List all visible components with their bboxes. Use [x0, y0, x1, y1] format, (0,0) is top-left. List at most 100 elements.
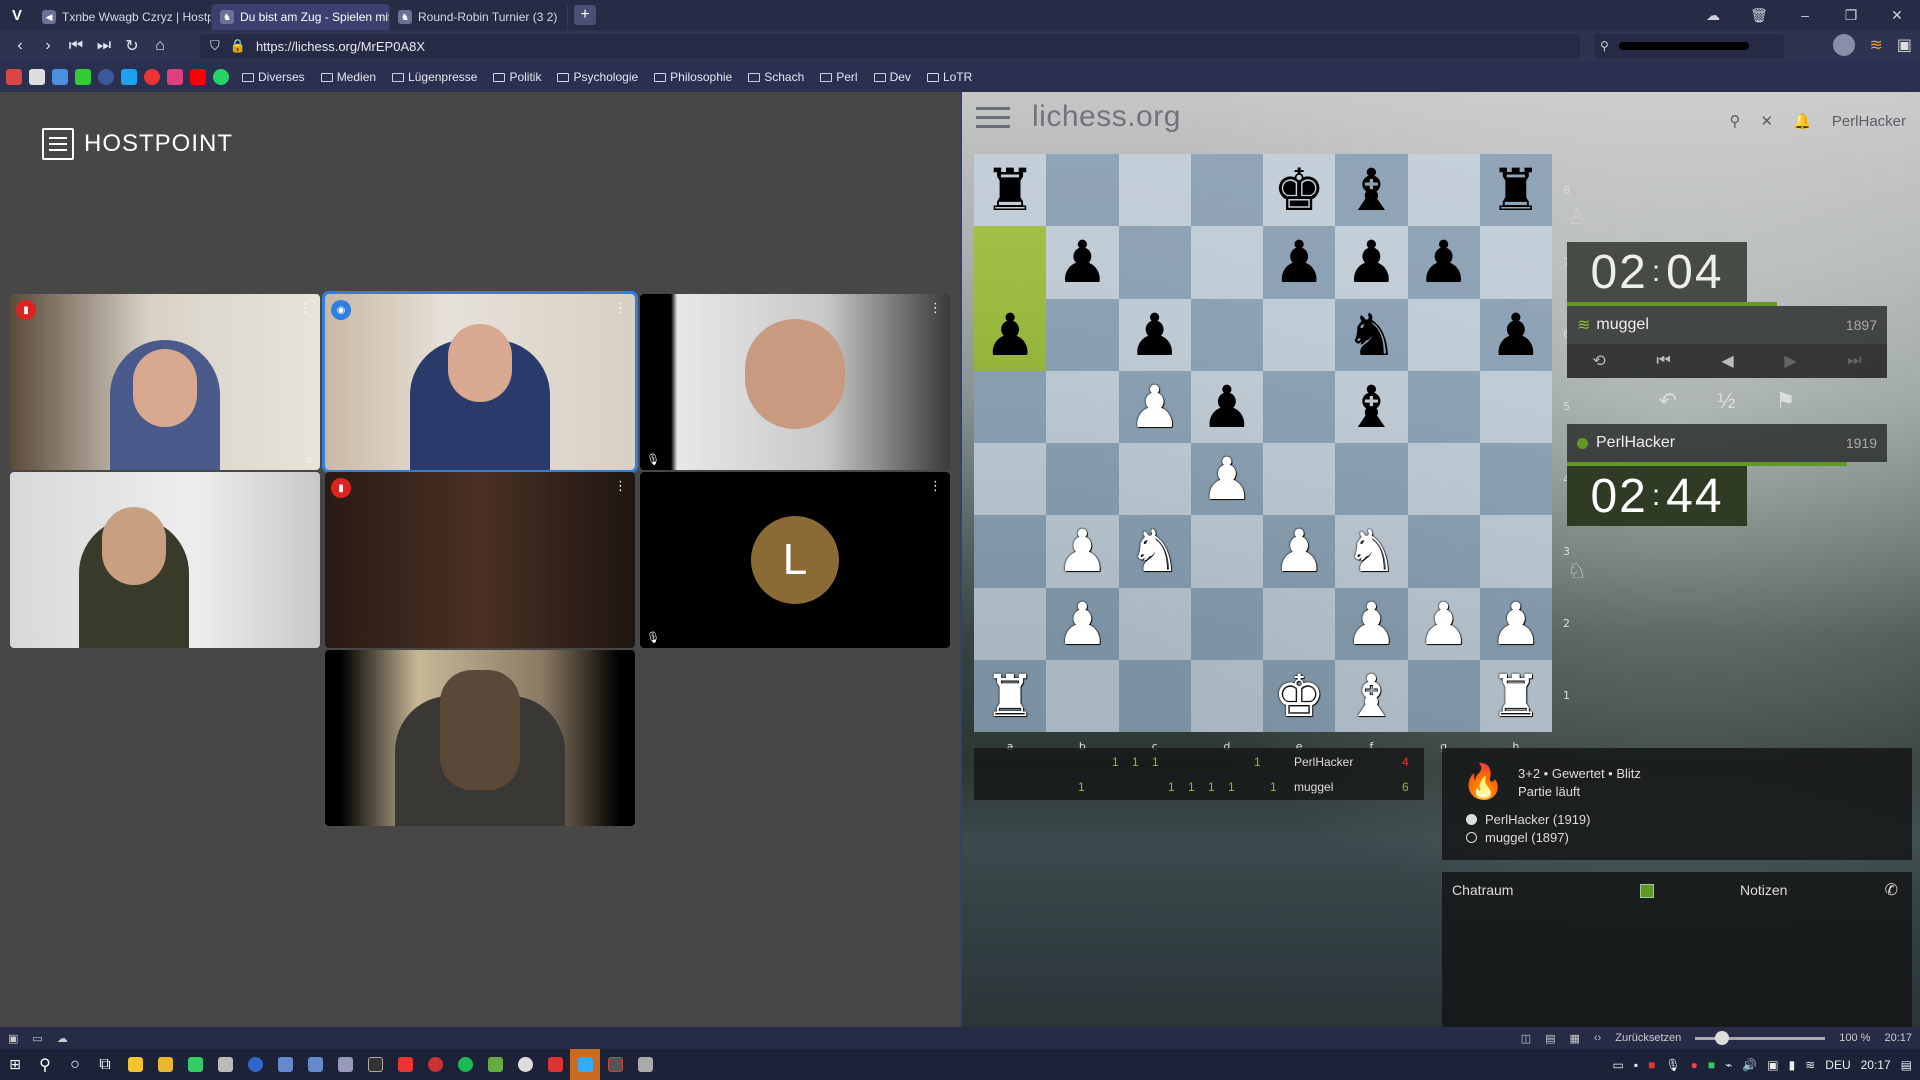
search-icon[interactable]: ⚲ — [1730, 112, 1741, 130]
square-b4[interactable] — [1046, 443, 1119, 516]
square-f4[interactable] — [1335, 443, 1408, 516]
video-tile-participant-7[interactable] — [325, 650, 635, 826]
white-pawn-piece[interactable]: ♟ — [1490, 595, 1542, 653]
database-icon[interactable] — [630, 1049, 660, 1080]
square-g4[interactable] — [1407, 443, 1480, 516]
first-move-icon[interactable]: ⏮ — [1656, 352, 1670, 370]
explorer-icon[interactable] — [150, 1049, 180, 1080]
notes-app-icon[interactable] — [120, 1049, 150, 1080]
gmail-icon[interactable] — [6, 69, 22, 85]
calendar-icon[interactable] — [52, 69, 68, 85]
home-button[interactable]: ⌂ — [146, 37, 174, 55]
telegram-icon[interactable] — [570, 1049, 600, 1080]
square-f6[interactable]: ♞ — [1335, 298, 1408, 371]
square-d2[interactable] — [1190, 587, 1263, 660]
black-bishop-piece[interactable]: ♝ — [1345, 161, 1397, 219]
tray-icon-vivaldi[interactable]: ■ — [1648, 1058, 1655, 1072]
white-pawn-piece[interactable]: ♟ — [1418, 595, 1470, 653]
flip-board-icon[interactable]: ⟲ — [1592, 351, 1605, 371]
phone-icon[interactable]: ✆ — [1885, 880, 1898, 900]
white-pawn-piece[interactable]: ♟ — [1201, 450, 1253, 508]
square-a2[interactable] — [974, 587, 1047, 660]
crosstable-name[interactable]: PerlHacker — [1294, 755, 1353, 769]
new-tab-button[interactable]: + — [574, 5, 596, 25]
next-move-icon[interactable]: ▶ — [1784, 351, 1796, 371]
square-b6[interactable] — [1046, 298, 1119, 371]
last-move-icon[interactable]: ⏭ — [1847, 352, 1861, 370]
white-bishop-piece[interactable]: ♝ — [1345, 667, 1397, 725]
bookmark-folder-luegenpresse[interactable]: Lügenpresse — [386, 70, 483, 84]
video-tile-participant-1[interactable]: ▮ ⋮ ☆ — [10, 294, 320, 470]
star-icon[interactable]: ☆ — [304, 453, 314, 466]
app-network-icon[interactable] — [270, 1049, 300, 1080]
monitor-app-icon[interactable] — [330, 1049, 360, 1080]
twitter-icon[interactable] — [121, 69, 137, 85]
square-c1[interactable]: c — [1118, 659, 1191, 752]
chat-toggle[interactable] — [1640, 884, 1654, 898]
reload-button[interactable]: ↻ — [118, 36, 146, 56]
bookmark-folder-politik[interactable]: Politik — [487, 70, 547, 84]
bookmark-folder-dev[interactable]: Dev — [868, 70, 917, 84]
tab-hostpoint[interactable]: ◀Txnbe Wwagb Czryz | Hostpoint — [34, 4, 212, 30]
tab-lichess-game[interactable]: ♞ Du bist am Zug - Spielen mit — [212, 4, 390, 30]
white-pawn-piece[interactable]: ♟ — [1345, 595, 1397, 653]
square-d6[interactable] — [1190, 298, 1263, 371]
video-tile-participant-2[interactable]: ◉ ⋮ — [322, 291, 638, 473]
search-icon[interactable]: ⚲ — [30, 1049, 60, 1080]
forward-button[interactable]: › — [34, 37, 62, 55]
square-e1[interactable]: ♚ e — [1263, 659, 1336, 752]
square-g5[interactable] — [1407, 370, 1480, 443]
volume-icon[interactable]: 🔊 — [1742, 1058, 1757, 1072]
black-pawn-piece[interactable]: ♟ — [984, 306, 1036, 364]
square-c7[interactable] — [1118, 226, 1191, 299]
square-h7[interactable]: 7 — [1479, 226, 1570, 299]
more-options-icon[interactable]: ⋮ — [929, 300, 942, 316]
square-g2[interactable]: ♟ — [1407, 587, 1480, 660]
tray-icon-display[interactable]: ▣ — [1767, 1058, 1778, 1072]
tab-round-robin[interactable]: ♞ Round-Robin Turnier (3 2) — [390, 4, 568, 30]
youtube-icon[interactable] — [190, 69, 206, 85]
square-b7[interactable]: ♟ — [1046, 226, 1119, 299]
crosstable-cell[interactable]: 1 — [1078, 780, 1085, 794]
crosstable-cell[interactable]: 1 — [1254, 755, 1261, 769]
bookmark-folder-psychologie[interactable]: Psychologie — [551, 70, 644, 84]
black-rook-piece[interactable]: ♜ — [984, 161, 1036, 219]
black-pawn-piece[interactable]: ♟ — [1345, 233, 1397, 291]
more-options-icon[interactable]: ⋮ — [929, 478, 942, 494]
square-e4[interactable] — [1263, 443, 1336, 516]
cloud-sync-icon[interactable]: ☁ — [57, 1032, 68, 1045]
vivaldi-menu-icon[interactable]: V — [0, 0, 34, 30]
square-e8[interactable]: ♚ — [1263, 154, 1336, 227]
square-g7[interactable]: ♟ — [1407, 226, 1480, 299]
square-f3[interactable]: ♞ — [1335, 515, 1408, 588]
white-knight-piece[interactable]: ♞ — [1345, 522, 1397, 580]
square-e6[interactable] — [1263, 298, 1336, 371]
square-c3[interactable]: ♞ — [1118, 515, 1191, 588]
black-bishop-piece[interactable]: ♝ — [1345, 378, 1397, 436]
square-f2[interactable]: ♟ — [1335, 587, 1408, 660]
square-h2[interactable]: ♟ 2 — [1479, 587, 1570, 660]
url-field[interactable]: ⛉ 🔒 https://lichess.org/MrEP0A8X — [200, 34, 1580, 58]
square-f5[interactable]: ♝ — [1335, 370, 1408, 443]
square-b5[interactable] — [1046, 370, 1119, 443]
bookmark-folder-philosophie[interactable]: Philosophie — [648, 70, 738, 84]
square-c6[interactable]: ♟ — [1118, 298, 1191, 371]
square-d1[interactable]: d — [1190, 659, 1263, 752]
square-h1[interactable]: ♜ 1 h — [1479, 659, 1570, 752]
news-icon[interactable] — [29, 69, 45, 85]
white-pawn-piece[interactable]: ♟ — [1273, 522, 1325, 580]
spotify-icon[interactable] — [450, 1049, 480, 1080]
square-g6[interactable] — [1407, 298, 1480, 371]
white-rook-piece[interactable]: ♜ — [984, 667, 1036, 725]
facebook-icon[interactable] — [98, 69, 114, 85]
opera-icon[interactable] — [144, 69, 160, 85]
start-button[interactable]: ⊞ — [0, 1049, 30, 1080]
cloud-icon[interactable]: ☁ — [1690, 7, 1736, 24]
close-button[interactable]: ✕ — [1874, 7, 1920, 24]
task-view-icon[interactable]: ⧉ — [90, 1049, 120, 1080]
user-menu[interactable]: PerlHacker — [1832, 113, 1906, 130]
app-circle-icon[interactable] — [510, 1049, 540, 1080]
back-button[interactable]: ‹ — [6, 37, 34, 55]
square-g3[interactable] — [1407, 515, 1480, 588]
code-icon[interactable]: ‹› — [1594, 1032, 1601, 1044]
